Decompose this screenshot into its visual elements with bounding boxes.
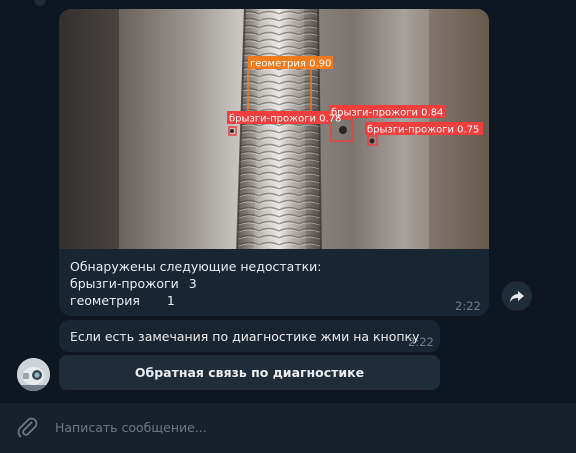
message-time: 2:22 bbox=[408, 335, 434, 349]
chat-window: геометрия 0.90 брызги-прожоги 0.84 брызг… bbox=[0, 0, 576, 453]
top-strip bbox=[0, 0, 576, 8]
detection-label-geometry: геометрия 0.90 bbox=[250, 59, 331, 70]
feedback-inline-button-label: Обратная связь по диагностике bbox=[134, 365, 365, 380]
caption-header: Обнаружены следующие недостатки: bbox=[70, 259, 322, 274]
detection-label-spatter-1: брызги-прожоги 0.84 bbox=[331, 108, 443, 119]
message-input[interactable] bbox=[55, 414, 555, 440]
share-arrow-icon bbox=[510, 291, 524, 302]
caption-item-count: 1 bbox=[166, 293, 175, 308]
detection-label-spatter-2: брызги-прожоги 0.75 bbox=[367, 125, 479, 136]
top-avatar-fragment bbox=[34, 0, 46, 6]
avatar-image bbox=[17, 358, 50, 391]
message-time: 2:22 bbox=[455, 299, 481, 313]
photo-caption: Обнаружены следующие недостатки: брызги-… bbox=[70, 258, 470, 309]
caption-item: брызги-прожоги 3 bbox=[70, 275, 470, 292]
message-text: Если есть замечания по диагностике жми н… bbox=[70, 329, 420, 344]
caption-item: геометрия 1 bbox=[70, 292, 470, 309]
weld-photo-image: геометрия 0.90 брызги-прожоги 0.84 брызг… bbox=[59, 9, 489, 249]
detection-label-spatter-3: брызги-прожоги 0.78 bbox=[229, 114, 341, 125]
attach-button[interactable] bbox=[14, 414, 40, 440]
feedback-inline-button[interactable]: Обратная связь по диагностике bbox=[59, 355, 440, 390]
paperclip-icon bbox=[17, 417, 38, 438]
weld-photo[interactable]: геометрия 0.90 брызги-прожоги 0.84 брызг… bbox=[59, 9, 489, 249]
caption-item-name: брызги-прожоги bbox=[70, 276, 179, 291]
caption-item-count: 3 bbox=[188, 276, 197, 291]
text-message-bubble[interactable]: Если есть замечания по диагностике жми н… bbox=[59, 320, 440, 352]
message-composer bbox=[0, 403, 576, 453]
photo-message-bubble[interactable]: геометрия 0.90 брызги-прожоги 0.84 брызг… bbox=[59, 9, 489, 316]
bot-avatar[interactable] bbox=[17, 358, 50, 391]
caption-item-name: геометрия bbox=[70, 293, 140, 308]
share-button[interactable] bbox=[502, 281, 532, 311]
